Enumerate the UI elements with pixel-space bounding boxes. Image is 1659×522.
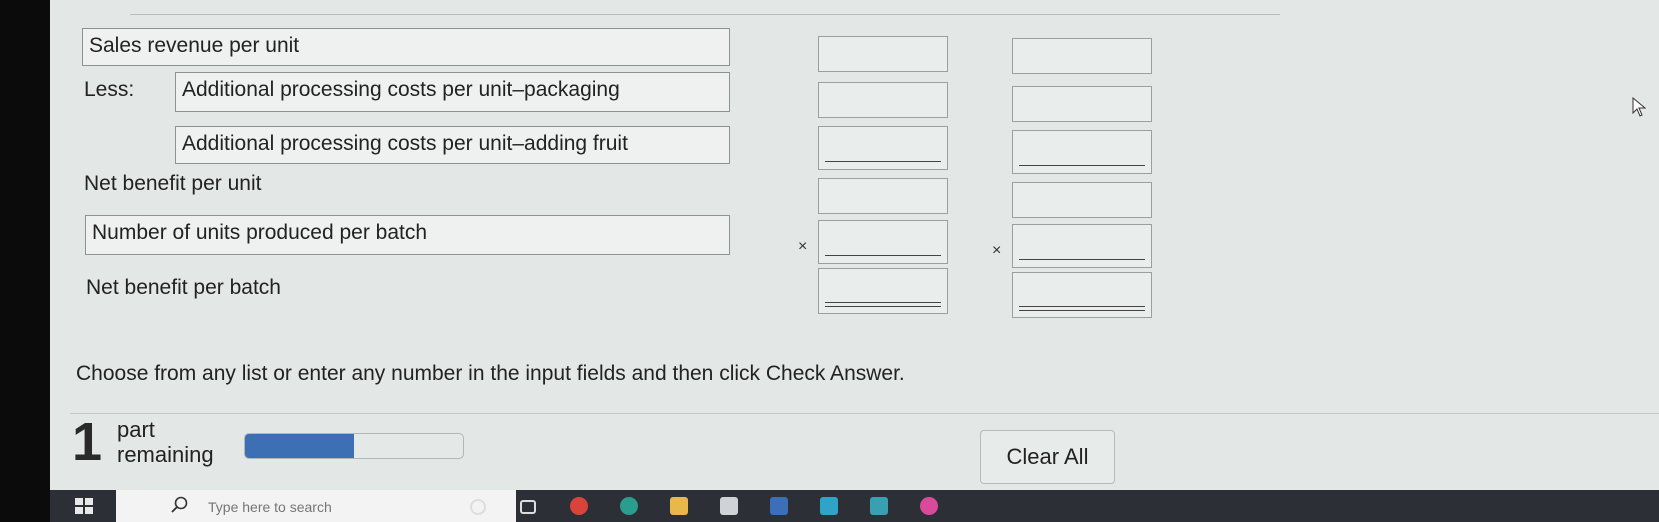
windows-start-icon[interactable] xyxy=(75,498,93,514)
mouse-cursor-icon xyxy=(1632,97,1647,117)
fruit-cost-input-a[interactable] xyxy=(818,126,948,170)
chrome-icon[interactable] xyxy=(570,497,588,515)
multiply-sign-b: × xyxy=(992,242,1002,259)
remaining-label: remaining xyxy=(117,442,214,467)
net-benefit-unit-input-a[interactable] xyxy=(818,178,948,214)
main-screen: Sales revenue per unit Less: Additional … xyxy=(50,0,1659,490)
net-benefit-batch-input-b[interactable] xyxy=(1012,272,1152,318)
packaging-cost-input-b[interactable] xyxy=(1012,86,1152,122)
task-view-icon[interactable] xyxy=(520,500,536,514)
edge-icon[interactable] xyxy=(620,497,638,515)
file-explorer-icon[interactable] xyxy=(670,497,688,515)
parts-label: part xyxy=(117,417,155,442)
screen-bezel xyxy=(0,0,50,522)
instruction-text: Choose from any list or enter any number… xyxy=(76,362,905,385)
divider-line xyxy=(130,14,1280,15)
taskbar-search-input[interactable] xyxy=(206,495,510,519)
progress-bar xyxy=(244,433,464,459)
clear-all-button[interactable]: Clear All xyxy=(980,430,1115,484)
mail-icon[interactable] xyxy=(770,497,788,515)
net-benefit-batch-label: Net benefit per batch xyxy=(86,276,281,299)
units-per-batch-label[interactable]: Number of units produced per batch xyxy=(85,215,730,255)
chat-icon[interactable] xyxy=(920,497,938,515)
store-icon[interactable] xyxy=(720,497,738,515)
units-per-batch-input-b[interactable] xyxy=(1012,224,1152,268)
progress-bar-fill xyxy=(245,434,354,458)
net-benefit-unit-label: Net benefit per unit xyxy=(84,172,262,195)
fruit-cost-input-b[interactable] xyxy=(1012,130,1152,174)
search-icon xyxy=(171,496,188,513)
units-per-batch-input-a[interactable] xyxy=(818,220,948,264)
net-benefit-unit-input-b[interactable] xyxy=(1012,182,1152,218)
taskbar-search[interactable] xyxy=(116,490,516,522)
sales-revenue-input-a[interactable] xyxy=(818,36,948,72)
less-label: Less: xyxy=(84,78,135,101)
app-icon[interactable] xyxy=(820,497,838,515)
sales-revenue-label[interactable]: Sales revenue per unit xyxy=(82,28,730,66)
packaging-cost-input-a[interactable] xyxy=(818,82,948,118)
packaging-cost-label[interactable]: Additional processing costs per unit–pac… xyxy=(175,72,730,112)
cortana-icon[interactable] xyxy=(470,499,486,515)
windows-taskbar xyxy=(50,490,1659,522)
footer-divider xyxy=(70,413,1659,414)
net-benefit-batch-input-a[interactable] xyxy=(818,268,948,314)
parts-remaining-count: 1 xyxy=(72,412,103,472)
multiply-sign-a: × xyxy=(798,238,808,255)
teams-icon[interactable] xyxy=(870,497,888,515)
fruit-cost-label[interactable]: Additional processing costs per unit–add… xyxy=(175,126,730,164)
sales-revenue-input-b[interactable] xyxy=(1012,38,1152,74)
